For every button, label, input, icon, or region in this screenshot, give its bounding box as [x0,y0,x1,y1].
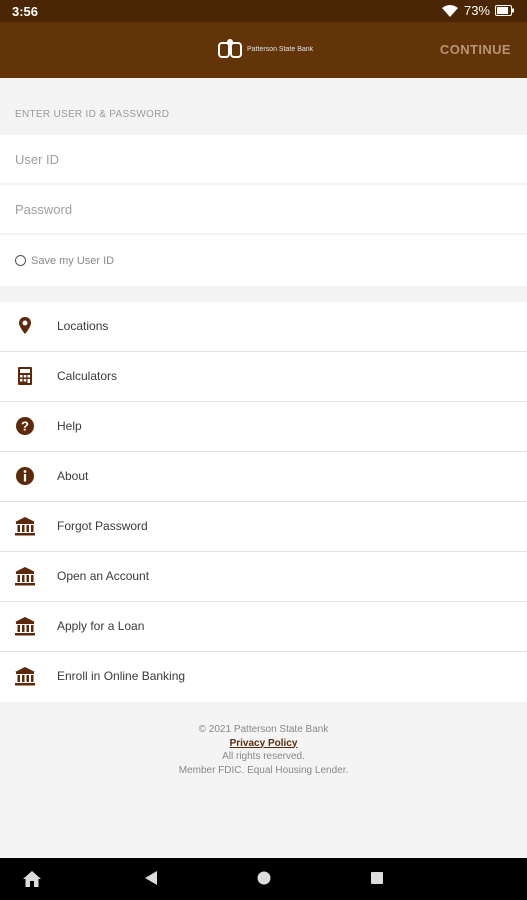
system-nav-bar [0,858,527,900]
bank-icon [15,667,35,686]
password-field-container [0,185,527,233]
member-fdic-text: Member FDIC. Equal Housing Lender. [178,764,349,776]
help-icon: ? [16,417,34,435]
calculator-icon [18,367,32,385]
status-indicators: 73% [441,3,515,18]
login-section-header: ENTER USER ID & PASSWORD [15,109,170,120]
recents-icon[interactable] [369,870,385,886]
wifi-icon [441,4,458,17]
bank-icon [15,567,35,586]
menu-list: Locations Calculators ? Help About Forgo… [0,302,527,702]
info-icon [16,467,34,485]
svg-text:?: ? [21,419,29,434]
back-icon[interactable] [143,870,159,886]
continue-button[interactable]: CONTINUE [440,42,511,57]
status-bar: 3:56 73% [0,0,527,22]
menu-item-help[interactable]: ? Help [0,402,527,452]
user-id-input[interactable] [0,135,527,183]
rights-text: All rights reserved. [222,751,305,762]
bank-icon [15,617,35,636]
menu-item-label: Open an Account [57,569,150,583]
save-user-id-row[interactable]: Save my User ID [0,235,527,286]
status-time: 3:56 [12,4,39,19]
bank-logo: Patterson State Bank [218,38,313,60]
menu-item-label: Apply for a Loan [57,619,145,633]
user-id-field-container [0,135,527,183]
app-bar: Patterson State Bank CONTINUE [0,22,527,78]
menu-item-label: Enroll in Online Banking [57,669,186,683]
menu-item-locations[interactable]: Locations [0,302,527,352]
privacy-policy-link[interactable]: Privacy Policy [0,737,527,751]
menu-item-label: Help [57,419,82,433]
menu-item-forgot-password[interactable]: Forgot Password [0,502,527,552]
save-user-id-radio[interactable] [15,255,26,266]
login-form: ENTER USER ID & PASSWORD Save my User ID [0,78,527,288]
footer: © 2021 Patterson State Bank Privacy Poli… [0,702,527,777]
logo-mark-icon [218,39,242,58]
location-pin-icon [19,317,31,334]
home-icon[interactable] [22,870,42,888]
menu-item-about[interactable]: About [0,452,527,502]
menu-item-label: Forgot Password [57,519,148,533]
save-user-id-label: Save my User ID [31,254,115,267]
bank-icon [15,517,35,536]
password-input[interactable] [0,185,527,233]
menu-item-calculators[interactable]: Calculators [0,352,527,402]
copyright-text: © 2021 Patterson State Bank [198,724,329,735]
menu-item-open-account[interactable]: Open an Account [0,552,527,602]
menu-item-enroll-online-banking[interactable]: Enroll in Online Banking [0,652,527,702]
battery-percentage: 73% [463,3,490,18]
menu-item-label: About [57,469,89,483]
menu-item-label: Calculators [57,369,118,383]
menu-item-label: Locations [57,319,109,333]
logo-text: Patterson State Bank [247,45,314,53]
battery-icon [495,5,514,16]
menu-item-apply-loan[interactable]: Apply for a Loan [0,602,527,652]
home-circle-icon[interactable] [256,870,272,886]
